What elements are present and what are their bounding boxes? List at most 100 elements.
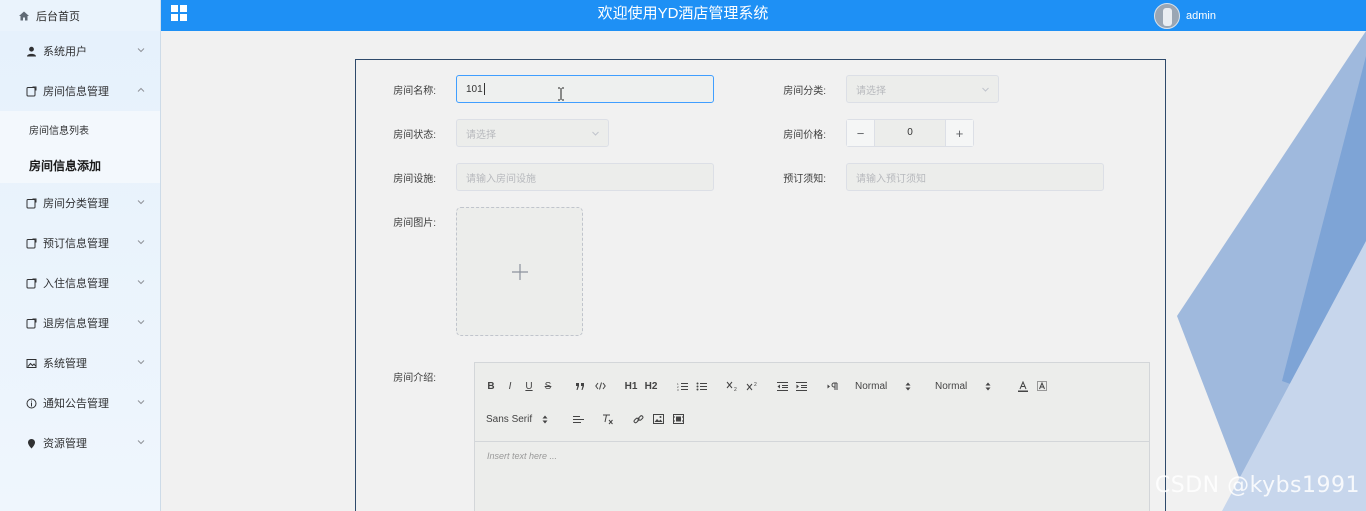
room-status-label: 房间状态:	[393, 130, 436, 141]
size-select-label: Normal	[855, 380, 888, 392]
room-price-stepper[interactable]: − 0 +	[846, 119, 974, 147]
chevron-down-icon	[137, 320, 145, 325]
italic-button[interactable]: I	[505, 379, 515, 393]
superscript-icon[interactable]: 2	[745, 379, 759, 393]
header-select[interactable]: Normal	[935, 379, 1005, 393]
document-icon	[25, 277, 37, 289]
sidebar-item-checkin[interactable]: 入住信息管理	[0, 263, 160, 303]
watermark: CSDN @kybs1991	[1154, 473, 1360, 498]
sidebar-item-label: 系统用户	[43, 46, 87, 58]
chevron-down-icon	[137, 200, 145, 205]
clear-format-icon[interactable]	[602, 412, 614, 426]
text-caret	[483, 83, 485, 95]
bullet-list-icon[interactable]	[695, 379, 707, 393]
sidebar-item-room-category[interactable]: 房间分类管理	[0, 183, 160, 223]
sidebar-item-booking[interactable]: 预订信息管理	[0, 223, 160, 263]
sidebar-item-label: 资源管理	[43, 438, 87, 450]
chevron-down-icon	[592, 131, 599, 136]
room-intro-label: 房间介绍:	[393, 373, 436, 384]
avatar[interactable]	[1154, 2, 1181, 29]
bold-button[interactable]: B	[486, 379, 496, 393]
location-icon	[25, 437, 37, 449]
room-name-value: 101	[466, 83, 483, 95]
room-image-label: 房间图片:	[393, 218, 436, 229]
chevron-down-icon	[137, 280, 145, 285]
room-facilities-input[interactable]: 请输入房间设施	[456, 163, 714, 191]
submenu-room-info: 房间信息列表 房间信息添加	[0, 111, 160, 183]
outdent-icon[interactable]	[776, 379, 788, 393]
document-icon	[25, 237, 37, 249]
sidebar-item-system-management[interactable]: 系统管理	[0, 343, 160, 383]
svg-text:2: 2	[734, 387, 737, 391]
room-status-select[interactable]: 请选择	[456, 119, 609, 147]
sidebar-item-checkout[interactable]: 退房信息管理	[0, 303, 160, 343]
ordered-list-icon[interactable]: 123	[676, 379, 688, 393]
booking-notice-label: 预订须知:	[783, 174, 826, 185]
svg-text:3: 3	[677, 388, 679, 391]
code-icon[interactable]	[594, 379, 606, 393]
size-select[interactable]: Normal	[855, 379, 925, 393]
align-icon[interactable]	[572, 412, 584, 426]
image-upload[interactable]	[456, 207, 583, 336]
font-select[interactable]: Sans Serif	[486, 412, 556, 426]
sidebar-item-resources[interactable]: 资源管理	[0, 423, 160, 463]
home-link[interactable]: 后台首页	[0, 0, 161, 31]
room-facilities-label: 房间设施:	[393, 174, 436, 185]
blockquote-icon[interactable]	[574, 379, 586, 393]
chevron-down-icon	[137, 48, 145, 53]
header-select-label: Normal	[935, 380, 968, 392]
rich-text-editor: B I U S H1 H2 123 2 2 Normal Normal Sans…	[474, 362, 1150, 511]
room-price-value[interactable]: 0	[875, 120, 945, 146]
menu-toggle-grid-icon[interactable]	[171, 5, 187, 21]
editor-content[interactable]: Insert text here ...	[487, 451, 557, 461]
link-icon[interactable]	[632, 412, 644, 426]
input-placeholder: 请输入房间设施	[466, 173, 536, 185]
chevron-down-icon	[137, 400, 145, 405]
sidebar-item-room-info[interactable]: 房间信息管理	[0, 71, 160, 111]
editor-toolbar: B I U S H1 H2 123 2 2 Normal Normal Sans…	[475, 363, 1149, 442]
booking-notice-input[interactable]: 请输入预订须知	[846, 163, 1104, 191]
room-name-input[interactable]: 101	[456, 75, 714, 103]
sidebar-subitem-room-add[interactable]: 房间信息添加	[0, 147, 160, 183]
background-color-icon[interactable]	[1036, 379, 1048, 393]
info-icon	[25, 397, 37, 409]
home-icon	[18, 10, 30, 22]
user-menu[interactable]: admin	[1154, 0, 1216, 31]
chevron-down-icon	[137, 360, 145, 365]
video-icon[interactable]	[672, 412, 684, 426]
picture-icon	[25, 357, 37, 369]
indent-icon[interactable]	[795, 379, 807, 393]
document-icon	[25, 85, 37, 97]
font-select-label: Sans Serif	[486, 413, 533, 425]
sidebar-item-system-users[interactable]: 系统用户	[0, 31, 160, 71]
room-category-select[interactable]: 请选择	[846, 75, 999, 103]
sidebar-subitem-room-list[interactable]: 房间信息列表	[0, 111, 160, 147]
text-color-icon[interactable]	[1017, 379, 1029, 393]
room-add-form: 房间名称: 101 房间分类: 请选择 房间状态: 请选择 房间价格: − 0 …	[355, 59, 1166, 511]
plus-icon	[511, 263, 528, 280]
subscript-icon[interactable]: 2	[725, 379, 739, 393]
increment-button[interactable]: +	[945, 120, 973, 146]
text-direction-icon[interactable]	[826, 379, 840, 393]
header1-button[interactable]: H1	[624, 379, 638, 393]
chevron-down-icon	[137, 240, 145, 245]
header2-button[interactable]: H2	[644, 379, 658, 393]
image-icon[interactable]	[652, 412, 664, 426]
sidebar: 系统用户 房间信息管理 房间信息列表 房间信息添加 房间分类管理 预订信息管理 …	[0, 31, 161, 511]
main-content: 房间名称: 101 房间分类: 请选择 房间状态: 请选择 房间价格: − 0 …	[162, 31, 1366, 511]
document-icon	[25, 317, 37, 329]
underline-button[interactable]: U	[524, 379, 534, 393]
strike-button[interactable]: S	[543, 379, 553, 393]
updown-icon	[542, 415, 548, 423]
input-placeholder: 请输入预订须知	[856, 173, 926, 185]
svg-text:2: 2	[754, 382, 757, 388]
home-label: 后台首页	[36, 10, 80, 23]
sidebar-item-notice[interactable]: 通知公告管理	[0, 383, 160, 423]
sidebar-item-label: 通知公告管理	[43, 398, 109, 410]
chevron-down-icon	[982, 87, 989, 92]
text-cursor-icon	[558, 87, 564, 101]
room-price-label: 房间价格:	[783, 130, 826, 141]
username[interactable]: admin	[1186, 10, 1216, 22]
chevron-up-icon	[137, 87, 145, 92]
decrement-button[interactable]: −	[847, 120, 875, 146]
